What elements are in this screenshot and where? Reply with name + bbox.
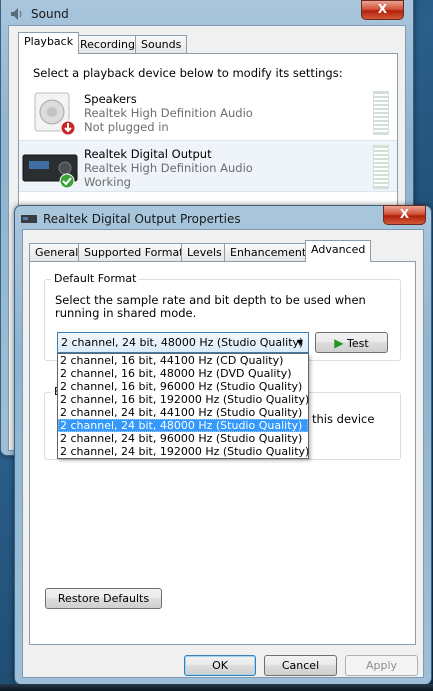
restore-defaults-button[interactable]: Restore Defaults bbox=[45, 588, 162, 609]
format-option[interactable]: 2 channel, 24 bit, 44100 Hz (Studio Qual… bbox=[58, 406, 308, 419]
default-format-description: Select the sample rate and bit depth to … bbox=[55, 293, 366, 320]
tab-supported-formats[interactable]: Supported Formats bbox=[78, 243, 196, 262]
test-button-label: Test bbox=[347, 337, 369, 350]
exclusive-mode-text: this device bbox=[312, 412, 375, 426]
format-option[interactable]: 2 channel, 24 bit, 192000 Hz (Studio Qua… bbox=[58, 445, 309, 458]
dialog-client-area: General Supported Formats Levels Enhance… bbox=[22, 229, 424, 678]
tab-sounds[interactable]: Sounds bbox=[135, 35, 188, 54]
format-option[interactable]: 2 channel, 16 bit, 192000 Hz (Studio Qua… bbox=[58, 393, 309, 406]
tab-recording[interactable]: Recording bbox=[74, 35, 142, 54]
sound-window-icon bbox=[10, 7, 24, 21]
device-driver: Realtek High Definition Audio bbox=[84, 161, 253, 175]
default-format-label: Default Format bbox=[51, 272, 140, 285]
device-name: Speakers bbox=[84, 92, 137, 106]
ok-button[interactable]: OK bbox=[184, 655, 256, 676]
format-option-selected[interactable]: 2 channel, 24 bit, 48000 Hz (Studio Qual… bbox=[58, 419, 308, 432]
device-speakers[interactable]: Speakers Realtek High Definition Audio N… bbox=[19, 87, 397, 137]
format-dropdown-list: 2 channel, 16 bit, 44100 Hz (CD Quality)… bbox=[57, 353, 309, 459]
device-status: Working bbox=[84, 175, 131, 189]
format-select[interactable]: 2 channel, 24 bit, 48000 Hz (Studio Qual… bbox=[57, 332, 309, 353]
format-select-value: 2 channel, 24 bit, 48000 Hz (Studio Qual… bbox=[61, 336, 304, 349]
advanced-panel: Default Format Select the sample rate an… bbox=[29, 261, 416, 645]
test-button[interactable]: ▶ Test bbox=[315, 332, 388, 353]
unplugged-arrow-icon bbox=[60, 120, 76, 136]
device-digital-output[interactable]: Realtek Digital Output Realtek High Defi… bbox=[19, 140, 397, 192]
format-option[interactable]: 2 channel, 16 bit, 44100 Hz (CD Quality) bbox=[58, 354, 308, 367]
digital-output-icon bbox=[21, 214, 37, 224]
check-icon bbox=[59, 173, 75, 189]
sound-close-button[interactable]: X bbox=[361, 0, 404, 20]
dialog-close-button[interactable]: X bbox=[383, 205, 426, 225]
device-status: Not plugged in bbox=[84, 120, 169, 134]
tab-playback[interactable]: Playback bbox=[18, 32, 80, 54]
device-driver: Realtek High Definition Audio bbox=[84, 106, 253, 120]
format-option[interactable]: 2 channel, 24 bit, 96000 Hz (Studio Qual… bbox=[58, 432, 308, 445]
apply-button[interactable]: Apply bbox=[345, 655, 418, 676]
playback-instruction: Select a playback device below to modify… bbox=[33, 66, 343, 80]
tab-enhancements[interactable]: Enhancements bbox=[224, 243, 318, 262]
play-icon: ▶ bbox=[334, 336, 344, 350]
volume-meter bbox=[373, 145, 389, 189]
tab-general[interactable]: General bbox=[29, 243, 85, 262]
volume-meter bbox=[373, 91, 389, 135]
dialog-title: Realtek Digital Output Properties bbox=[43, 212, 241, 226]
sound-window-title: Sound bbox=[31, 7, 69, 21]
cancel-button[interactable]: Cancel bbox=[264, 655, 337, 676]
tab-levels[interactable]: Levels bbox=[181, 243, 228, 262]
tab-advanced[interactable]: Advanced bbox=[305, 240, 372, 262]
properties-dialog: Realtek Digital Output Properties X Gene… bbox=[14, 205, 432, 685]
format-option[interactable]: 2 channel, 16 bit, 96000 Hz (Studio Qual… bbox=[58, 380, 308, 393]
taskbar bbox=[0, 684, 433, 691]
device-name: Realtek Digital Output bbox=[84, 147, 212, 161]
chevron-down-icon: ▼ bbox=[296, 338, 303, 347]
format-option[interactable]: 2 channel, 16 bit, 48000 Hz (DVD Quality… bbox=[58, 367, 308, 380]
